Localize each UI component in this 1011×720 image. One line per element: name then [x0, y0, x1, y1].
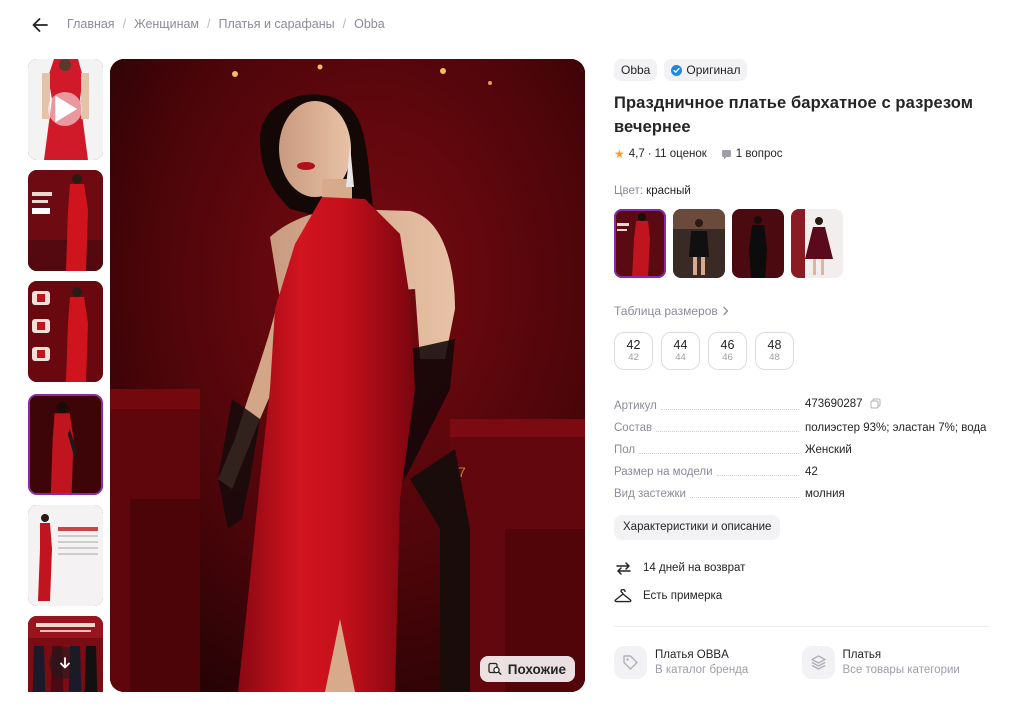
size-alt: 42: [628, 352, 639, 363]
rating-row: ★ 4,7 · 11 оценок 1 вопрос: [614, 146, 989, 162]
spec-value: молния: [805, 488, 845, 500]
main-product-photo[interactable]: 7 Похожие: [110, 59, 585, 692]
questions-count[interactable]: 1 вопрос: [736, 148, 783, 160]
layers-icon: [801, 646, 835, 679]
link-title: Платья: [842, 648, 882, 661]
size-alt: 44: [675, 352, 686, 363]
swatch-burgundy-dress[interactable]: [791, 209, 843, 278]
spec-value: 473690287: [805, 398, 863, 410]
category-link[interactable]: Платья Все товары категории: [801, 646, 990, 679]
similar-label: Похожие: [507, 661, 566, 677]
color-value: красный: [646, 185, 691, 197]
chevron-right-icon: [722, 306, 730, 316]
return-arrows-icon: [614, 559, 632, 577]
spec-key: Пол: [614, 444, 636, 456]
thumbnail-photo[interactable]: [28, 170, 103, 271]
breadcrumb-separator: /: [207, 17, 211, 31]
breadcrumb-women[interactable]: Женщинам: [134, 17, 199, 31]
question-icon: [721, 149, 732, 160]
rating-value[interactable]: 4,7: [629, 148, 645, 160]
link-title: Платья OBBA: [655, 648, 729, 661]
scroll-down-icon[interactable]: [49, 647, 81, 679]
similar-search-icon: [488, 662, 502, 676]
link-subtitle: Все товары категории: [842, 663, 960, 676]
breadcrumb-brand[interactable]: Obba: [354, 17, 385, 31]
hanger-icon: [614, 587, 632, 605]
features-list: 14 дней на возврат Есть примерка: [614, 558, 989, 606]
spec-key: Размер на модели: [614, 466, 713, 478]
original-label: Оригинал: [686, 63, 741, 77]
spec-key: Артикул: [614, 400, 657, 412]
feature-return: 14 дней на возврат: [614, 558, 989, 578]
color-line: Цвет: красный: [614, 185, 989, 197]
thumbnail-size-chart[interactable]: [28, 505, 103, 606]
spec-row-fastener: Вид застежки молния: [614, 487, 989, 501]
spec-row-composition: Состав полиэстер 93%; эластан 7%; вода: [614, 421, 989, 435]
feature-text: Есть примерка: [643, 590, 723, 602]
back-arrow-icon[interactable]: [29, 14, 51, 36]
original-badge[interactable]: Оригинал: [664, 59, 748, 81]
swatch-red-dress[interactable]: [614, 209, 666, 278]
breadcrumb-separator: /: [122, 17, 127, 31]
spec-value: 42: [805, 466, 818, 478]
tag-icon: [614, 646, 647, 679]
feature-text: 14 дней на возврат: [643, 562, 746, 574]
thumbnail-photo-active[interactable]: [28, 394, 103, 495]
copy-icon[interactable]: [870, 398, 881, 413]
size-option-48[interactable]: 48 48: [755, 332, 794, 370]
breadcrumb-home[interactable]: Главная: [67, 17, 115, 31]
thumbnail-strip: [28, 59, 104, 692]
spec-row-article: Артикул 473690287: [614, 397, 989, 413]
spec-key: Вид застежки: [614, 488, 686, 500]
spec-row-gender: Пол Женский: [614, 443, 989, 457]
swatch-black-strapless-dress[interactable]: [673, 209, 725, 278]
spec-key: Состав: [614, 422, 653, 434]
svg-text:7: 7: [458, 464, 466, 480]
size-ru: 48: [767, 338, 782, 352]
spec-value: полиэстер 93%; эластан 7%; вода: [805, 422, 987, 434]
size-alt: 46: [722, 352, 733, 363]
badges-row: Obba Оригинал: [614, 59, 989, 81]
spec-value: Женский: [805, 444, 852, 456]
thumbnail-photo[interactable]: [28, 281, 103, 382]
size-options: 42 42 44 44 46 46 48 48: [614, 332, 989, 370]
verified-check-icon: [671, 64, 683, 76]
size-option-42[interactable]: 42 42: [614, 332, 653, 370]
thumbnail-video[interactable]: [28, 59, 103, 160]
link-subtitle: В каталог бренда: [655, 663, 749, 676]
similar-button[interactable]: Похожие: [479, 656, 575, 682]
product-title: Праздничное платье бархатное с разрезом …: [614, 94, 973, 136]
size-table-label: Таблица размеров: [614, 304, 718, 318]
brand-badge[interactable]: Obba: [614, 59, 658, 81]
characteristics-button[interactable]: Характеристики и описание: [614, 515, 781, 540]
feature-fitting: Есть примерка: [614, 586, 989, 606]
category-links: Платья OBBA В каталог бренда Платья Все …: [614, 646, 989, 679]
size-table-link[interactable]: Таблица размеров: [614, 304, 989, 318]
product-info-panel: Obba Оригинал Праздничное платье бархатн…: [614, 59, 989, 679]
play-icon[interactable]: [48, 92, 82, 126]
size-ru: 44: [673, 338, 688, 352]
size-ru: 42: [626, 338, 641, 352]
color-label: Цвет:: [614, 185, 643, 197]
spec-row-model-size: Размер на модели 42: [614, 465, 989, 479]
size-option-46[interactable]: 46 46: [708, 332, 747, 370]
breadcrumb-dresses[interactable]: Платья и сарафаны: [219, 17, 335, 31]
specs-list: Артикул 473690287 Состав полиэстер 93%; …: [614, 397, 989, 501]
color-swatches: [614, 209, 989, 278]
breadcrumb-separator: /: [342, 17, 347, 31]
brand-catalog-link[interactable]: Платья OBBA В каталог бренда: [614, 646, 802, 679]
reviews-count[interactable]: 11 оценок: [655, 148, 707, 160]
swatch-black-halter-dress[interactable]: [732, 209, 784, 278]
breadcrumb: Главная / Женщинам / Платья и сарафаны /…: [67, 17, 385, 31]
size-option-44[interactable]: 44 44: [661, 332, 700, 370]
brand-name: Obba: [621, 63, 651, 77]
rating-separator: ·: [647, 148, 652, 160]
size-alt: 48: [769, 352, 780, 363]
star-icon: ★: [614, 147, 625, 161]
size-ru: 46: [720, 338, 735, 352]
divider: [614, 626, 989, 627]
